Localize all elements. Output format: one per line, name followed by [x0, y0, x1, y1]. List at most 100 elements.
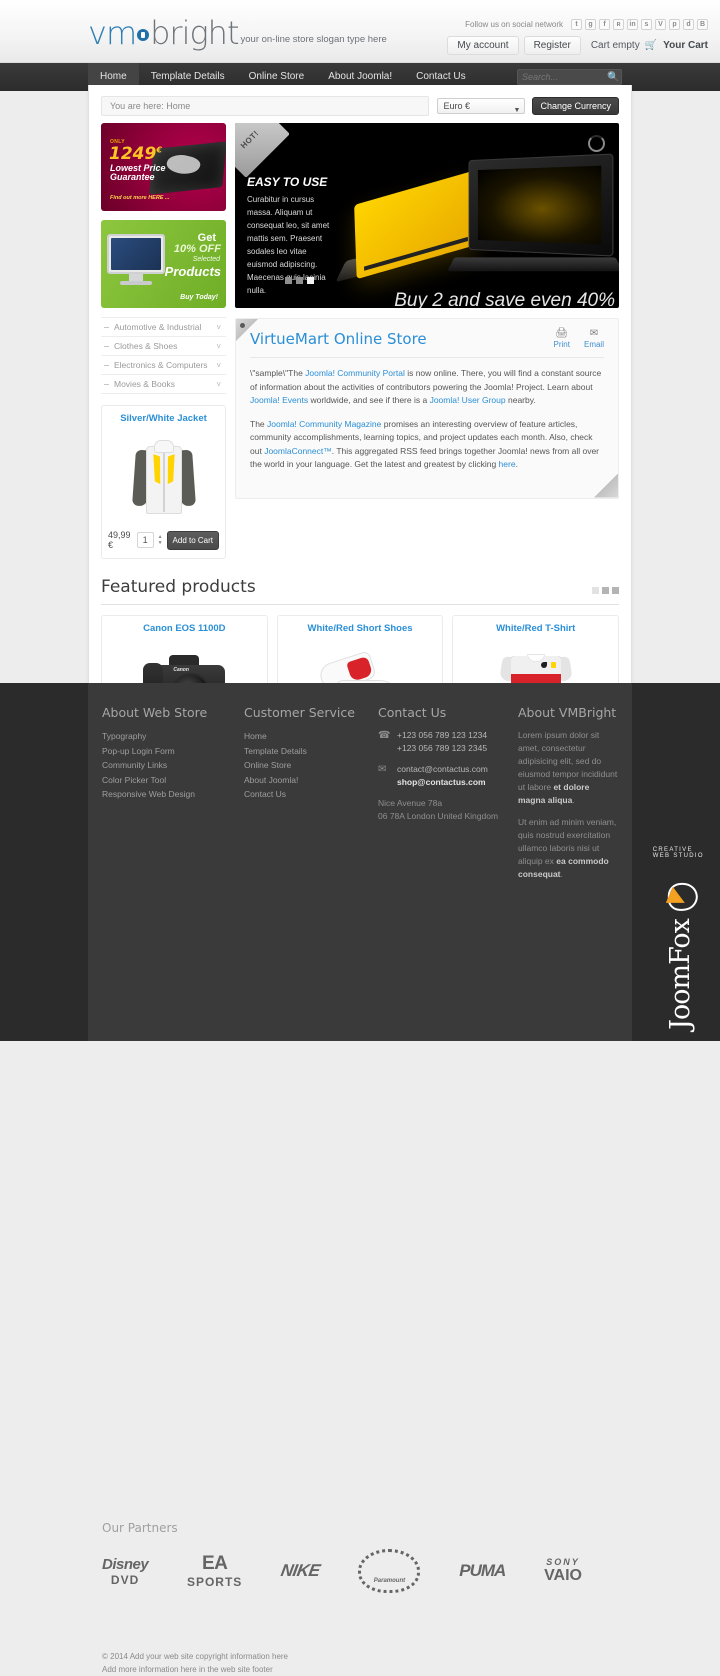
- google-plus-icon[interactable]: g: [585, 19, 596, 30]
- footer-col-title: Contact Us: [378, 705, 447, 720]
- site-slogan: your on-line store slogan type here: [240, 34, 387, 45]
- footer-link-color-picker[interactable]: Color Picker Tool: [102, 773, 232, 788]
- print-label[interactable]: Print: [554, 340, 570, 349]
- account-bar: My account Register Cart empty 🛒 Your Ca…: [442, 36, 708, 55]
- link-community-magazine[interactable]: Joomla! Community Magazine: [267, 419, 381, 429]
- email-addresses: contact@contactus.com shop@contactus.com: [397, 763, 488, 789]
- partner-line2: DVD: [110, 1572, 140, 1587]
- phone-icon: ☎: [378, 730, 391, 741]
- sony-vaio-logo[interactable]: SONY VAIO: [544, 1557, 582, 1585]
- partners-section: Our Partners Disney DVD EA SPORTS NIKE P…: [102, 1521, 622, 1593]
- slider-dot-1[interactable]: [285, 277, 292, 284]
- footer-link-typography[interactable]: Typography: [102, 729, 232, 744]
- about-paragraph-2: Ut enim ad minim veniam, quis nostrud ex…: [518, 817, 617, 879]
- slider-dot-3[interactable]: [307, 277, 314, 284]
- search-input[interactable]: [522, 72, 607, 82]
- vimeo-icon[interactable]: V: [655, 19, 666, 30]
- email-2[interactable]: shop@contactus.com: [397, 777, 486, 787]
- site-logo[interactable]: vm bright your on-line store slogan type …: [88, 17, 387, 49]
- footer-link-responsive-design[interactable]: Responsive Web Design: [102, 787, 232, 802]
- hot-ribbon: HOT!: [235, 123, 289, 177]
- envelope-icon: ✉: [589, 328, 599, 339]
- link-joomlaconnect[interactable]: JoomlaConnect™: [264, 446, 332, 456]
- nike-logo[interactable]: NIKE: [279, 1561, 321, 1581]
- dribbble-icon[interactable]: d: [683, 19, 694, 30]
- chevron-down-icon[interactable]: ˅: [216, 342, 221, 351]
- ten-percent-off-banner[interactable]: Get 10% OFF Selected Products Buy Today!: [101, 220, 226, 308]
- copyright-line-1: © 2014 Add your web site copyright infor…: [102, 1652, 288, 1661]
- logo-text-bright: bright: [150, 14, 239, 52]
- search-icon[interactable]: 🔍: [607, 72, 619, 83]
- category-item-electronics[interactable]: Electronics & Computers ˅: [101, 356, 226, 375]
- cart-icon[interactable]: 🛒: [645, 40, 657, 51]
- behance-icon[interactable]: B: [697, 19, 708, 30]
- email-1[interactable]: contact@contactus.com: [397, 764, 488, 774]
- category-item-automotive[interactable]: Automotive & Industrial ˅: [101, 318, 226, 337]
- paramount-logo[interactable]: Paramount: [358, 1549, 421, 1593]
- ea-sports-logo[interactable]: EA SPORTS: [187, 1553, 242, 1589]
- chevron-down-icon[interactable]: ˅: [216, 380, 221, 389]
- register-button[interactable]: Register: [523, 36, 581, 55]
- quantity-input[interactable]: 1: [136, 532, 154, 548]
- black-laptop-illustration: [468, 153, 614, 257]
- skype-icon[interactable]: s: [641, 19, 652, 30]
- hero-slider[interactable]: HOT! EASY TO USE Curabitur in cursus mas…: [235, 123, 619, 308]
- email-action[interactable]: ✉ Email: [584, 328, 604, 349]
- slider-dot-2[interactable]: [296, 277, 303, 284]
- quantity-stepper[interactable]: ▲▼: [158, 534, 163, 546]
- footer-link-about-joomla[interactable]: About Joomla!: [244, 773, 366, 788]
- product-title[interactable]: White/Red Short Shoes: [285, 623, 436, 634]
- footer-link-contact-us[interactable]: Contact Us: [244, 787, 366, 802]
- chevron-down-icon[interactable]: ˅: [216, 361, 221, 370]
- currency-select[interactable]: Euro € ▼: [437, 98, 526, 114]
- hot-ribbon-label: HOT!: [238, 128, 261, 151]
- featured-dot-1[interactable]: [592, 587, 599, 594]
- loading-spinner-icon: [588, 135, 605, 152]
- footer-col-title: Customer Service: [244, 705, 355, 720]
- category-item-clothes[interactable]: Clothes & Shoes ˅: [101, 337, 226, 356]
- banner-cta[interactable]: Find out more HERE ...: [110, 195, 170, 201]
- banner2-cta[interactable]: Buy Today!: [180, 294, 218, 301]
- twitter-icon[interactable]: t: [571, 19, 582, 30]
- facebook-icon[interactable]: f: [599, 19, 610, 30]
- featured-pagination[interactable]: [592, 587, 619, 597]
- partner-line2: SPORTS: [186, 1575, 243, 1589]
- add-to-cart-button[interactable]: Add to Cart: [166, 530, 219, 550]
- change-currency-button[interactable]: Change Currency: [532, 97, 619, 115]
- search-box[interactable]: 🔍: [517, 69, 622, 85]
- disney-dvd-logo[interactable]: Disney DVD: [102, 1556, 149, 1587]
- banner-guarantee-text: Lowest Price Guarantee: [110, 163, 166, 182]
- email-label[interactable]: Email: [584, 340, 604, 349]
- rss-icon[interactable]: ʀ: [613, 19, 624, 30]
- puma-logo[interactable]: PUMA: [459, 1561, 506, 1581]
- footer-link-home[interactable]: Home: [244, 729, 366, 744]
- featured-header: Featured products: [101, 577, 619, 605]
- bullet-icon: [104, 383, 109, 385]
- linkedin-icon[interactable]: in: [627, 19, 638, 30]
- my-account-button[interactable]: My account: [447, 36, 519, 55]
- featured-dot-3[interactable]: [612, 587, 619, 594]
- category-item-movies[interactable]: Movies & Books ˅: [101, 375, 226, 394]
- print-action[interactable]: 🖨 Print: [554, 328, 570, 349]
- product-title[interactable]: Silver/White Jacket: [108, 413, 219, 424]
- footer-link-community-links[interactable]: Community Links: [102, 758, 232, 773]
- footer-link-template-details[interactable]: Template Details: [244, 744, 366, 759]
- chevron-down-icon[interactable]: ˅: [216, 323, 221, 332]
- featured-dot-2[interactable]: [602, 587, 609, 594]
- your-cart-button[interactable]: Your Cart: [663, 40, 708, 51]
- product-title[interactable]: White/Red T-Shirt: [460, 623, 611, 634]
- footer-link-online-store[interactable]: Online Store: [244, 758, 366, 773]
- link-user-group[interactable]: Joomla! User Group: [430, 395, 506, 405]
- black-laptop-keyboard: [447, 257, 619, 272]
- slider-pagination[interactable]: [285, 277, 314, 284]
- link-here[interactable]: here: [499, 459, 516, 469]
- watermark-name: JoomFox: [664, 918, 696, 1030]
- lowest-price-banner[interactable]: ONLY 1249€ Lowest Price Guarantee Find ou…: [101, 123, 226, 211]
- category-label: Movies & Books: [114, 379, 175, 389]
- link-joomla-events[interactable]: Joomla! Events: [250, 395, 308, 405]
- product-title[interactable]: Canon EOS 1100D: [109, 623, 260, 634]
- footer-col-about-web-store: About Web Store Typography Pop-up Login …: [102, 705, 232, 890]
- pinterest-icon[interactable]: p: [669, 19, 680, 30]
- link-community-portal[interactable]: Joomla! Community Portal: [305, 368, 405, 378]
- footer-link-popup-login[interactable]: Pop-up Login Form: [102, 744, 232, 759]
